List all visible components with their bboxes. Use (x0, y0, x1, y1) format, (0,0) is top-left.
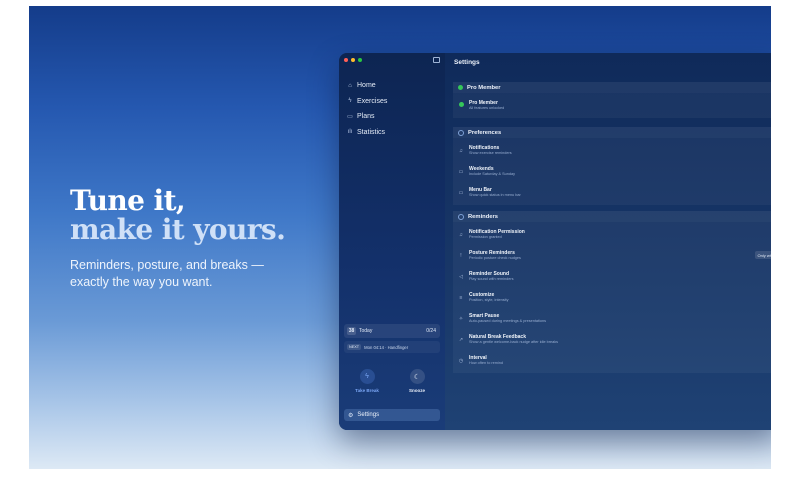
row-subtitle: Include Saturday & Sunday (469, 172, 516, 176)
take-break-button[interactable]: ϟ Take Break (347, 369, 387, 393)
section-pro: Pro Member Pro Member All features unloc… (453, 82, 771, 118)
today-progress[interactable]: 38 Today 0/24 (344, 324, 440, 338)
today-count: 0/24 (426, 328, 436, 334)
sidebar-item-statistics[interactable]: ılı Statistics (344, 125, 440, 141)
settings-row-posture-reminders[interactable]: ǃ Posture Reminders Periodic posture che… (453, 245, 771, 266)
row-subtitle: Show quick status in menu bar (469, 193, 521, 197)
settings-row-interval[interactable]: ◷ Interval How often to remind (453, 350, 771, 371)
settings-row-smart-pause[interactable]: ✧ Smart Pause Auto-paused during meeting… (453, 308, 771, 329)
page-title: Settings (454, 59, 480, 66)
clock-icon: ◷ (458, 357, 464, 364)
next-reminder: NEXT Mon 04:14 · Handfinger (344, 341, 440, 353)
row-subtitle: Position, style, intensity (469, 298, 509, 302)
posture-icon: ǃ (460, 252, 462, 259)
section-preferences: Preferences ♫ Notifications Show exercis… (453, 127, 771, 205)
hero-banner: Tune it, make it yours. Reminders, postu… (29, 6, 771, 469)
minimize-window-button[interactable] (351, 58, 355, 62)
hero-title: Tune it, make it yours. (70, 184, 286, 246)
sidebar-nav: ⌂ Home ϟ Exercises ▭ Plans ılı Statistic… (344, 78, 440, 140)
posture-mode-select[interactable]: Only while (754, 251, 771, 259)
snooze-button[interactable]: ☾ Snooze (397, 369, 437, 393)
reminders-icon (458, 213, 464, 220)
sidebar: ⌂ Home ϟ Exercises ▭ Plans ılı Statistic… (339, 53, 445, 430)
row-subtitle: Play sound with reminders (469, 277, 514, 281)
sidebar-item-settings[interactable]: ⚙ Settings (344, 409, 440, 421)
calendar-icon: ▭ (347, 114, 353, 121)
row-subtitle: Show exercise reminders (469, 151, 512, 155)
row-subtitle: Permission granted (469, 235, 502, 239)
section-header: Preferences (453, 127, 771, 138)
settings-pane: Settings Pro Member Pro Member All featu… (445, 53, 771, 430)
zoom-window-button[interactable] (358, 58, 362, 62)
status-dot-icon (455, 102, 467, 109)
settings-row-pro-member[interactable]: Pro Member All features unlocked (453, 95, 771, 116)
status-dot-icon (458, 85, 463, 90)
bolt-icon: ϟ (348, 98, 352, 105)
next-tag: NEXT (347, 344, 362, 350)
traffic-lights (344, 58, 362, 62)
settings-row-customize[interactable]: ≡ Customize Position, style, intensity (453, 287, 771, 308)
feedback-icon: ↗ (458, 336, 464, 343)
section-title: Pro Member (467, 84, 501, 91)
home-icon: ⌂ (348, 82, 352, 89)
section-reminders: Reminders ♫ Notification Permission Perm… (453, 211, 771, 373)
section-header: Reminders (453, 211, 771, 222)
section-header: Pro Member (453, 82, 771, 93)
menubar-icon: ▭ (458, 189, 464, 196)
gear-icon: ⚙ (348, 412, 354, 419)
settings-row-reminder-sound[interactable]: ◁ Reminder Sound Play sound with reminde… (453, 266, 771, 287)
preferences-icon (458, 129, 464, 136)
pause-icon: ✧ (458, 315, 464, 322)
row-subtitle: How often to remind (469, 361, 503, 365)
sidebar-item-exercises[interactable]: ϟ Exercises (344, 94, 440, 110)
today-day-badge: 38 (347, 327, 356, 335)
section-title: Preferences (468, 129, 502, 136)
hero-subtitle: Reminders, posture, and breaks — exactly… (70, 258, 264, 289)
row-subtitle: Show a gentle welcome-back nudge after i… (469, 340, 559, 344)
sidebar-item-label: Exercises (357, 97, 388, 105)
next-reminder-text: Mon 04:14 · Handfinger (364, 344, 409, 350)
row-subtitle: Auto-paused during meetings & presentati… (469, 319, 547, 323)
bolt-icon: ϟ (359, 369, 375, 384)
moon-icon: ☾ (409, 369, 425, 384)
hero-title-line2: make it yours. (70, 213, 286, 246)
settings-row-natural-break-feedback[interactable]: ↗ Natural Break Feedback Show a gentle w… (453, 329, 771, 350)
sidebar-item-label: Plans (357, 113, 375, 121)
bell-icon: ♫ (459, 231, 463, 238)
row-subtitle: All features unlocked (469, 106, 505, 110)
sidebar-toggle-icon[interactable] (433, 57, 440, 63)
settings-row-menu-bar[interactable]: ▭ Menu Bar Show quick status in menu bar (453, 182, 771, 203)
app-window: ⌂ Home ϟ Exercises ▭ Plans ılı Statistic… (339, 53, 771, 430)
sidebar-item-label: Statistics (357, 128, 386, 136)
bell-icon: ♫ (459, 147, 463, 154)
take-break-label: Take Break (355, 388, 379, 393)
speaker-icon: ◁ (459, 273, 463, 280)
settings-row-notifications[interactable]: ♫ Notifications Show exercise reminders (453, 140, 771, 161)
hero-title-line1: Tune it, (70, 184, 186, 217)
sidebar-item-home[interactable]: ⌂ Home (344, 78, 440, 94)
row-subtitle: Periodic posture check nudges (469, 256, 521, 260)
sliders-icon: ≡ (459, 294, 463, 301)
section-title: Reminders (468, 213, 498, 220)
settings-row-weekends[interactable]: ▭ Weekends Include Saturday & Sunday (453, 161, 771, 182)
sidebar-item-label: Home (357, 82, 376, 90)
snooze-label: Snooze (408, 388, 425, 393)
today-label: Today (359, 328, 373, 334)
calendar-icon: ▭ (458, 168, 464, 175)
sidebar-item-label: Settings (357, 412, 380, 418)
sidebar-item-plans[interactable]: ▭ Plans (344, 109, 440, 125)
close-window-button[interactable] (344, 58, 348, 62)
chart-icon: ılı (347, 129, 353, 136)
settings-row-notification-permission[interactable]: ♫ Notification Permission Permission gra… (453, 224, 771, 245)
